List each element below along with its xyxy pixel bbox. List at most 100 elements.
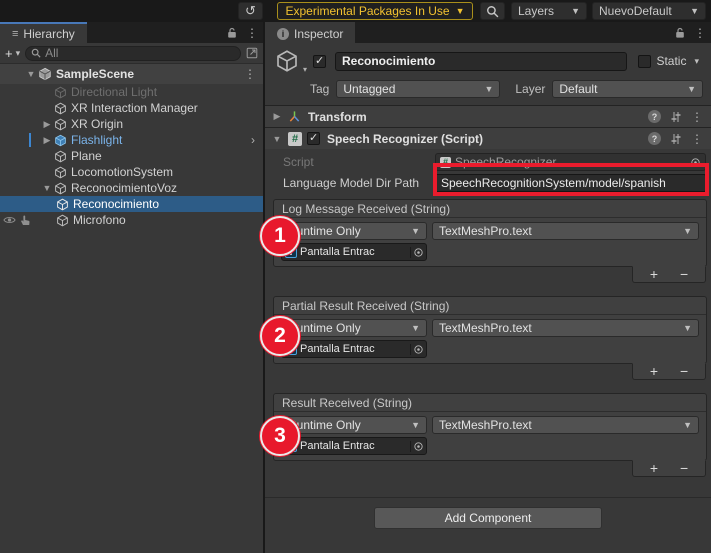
event-method-dropdown[interactable]: TextMeshPro.text ▼ (432, 222, 699, 240)
picking-hand-icon[interactable] (19, 214, 31, 226)
gameobject-name-field[interactable]: Reconocimiento (335, 52, 627, 71)
hierarchy-item-xr-origin[interactable]: ▶ XR Origin (0, 116, 263, 132)
static-checkbox[interactable] (638, 55, 651, 68)
open-window-icon[interactable] (246, 47, 258, 59)
static-dropdown-arrow[interactable]: ▾ (694, 57, 699, 66)
scene-name: SampleScene (56, 67, 134, 81)
chevron-down-icon: ▼ (411, 324, 420, 333)
visibility-eye-icon[interactable] (3, 215, 16, 225)
foldout-collapsed-icon[interactable]: ▶ (271, 111, 283, 122)
layout-dropdown[interactable]: NuevoDefault ▼ (592, 2, 706, 20)
event-mode-dropdown[interactable]: Runtime Only ▼ (281, 222, 427, 240)
layout-label: NuevoDefault (599, 4, 690, 18)
layers-dropdown[interactable]: Layers ▼ (511, 2, 587, 20)
cube-icon (54, 150, 67, 163)
hierarchy-tabbar: ≡ Hierarchy ⋮ (0, 22, 263, 43)
event-method-dropdown[interactable]: TextMeshPro.text ▼ (432, 416, 699, 434)
kebab-menu-icon[interactable]: ⋮ (691, 110, 703, 124)
item-label: ReconocimientoVoz (71, 181, 177, 195)
foldout-expanded-icon[interactable]: ▼ (271, 134, 283, 144)
item-label: Microfono (73, 213, 126, 227)
hierarchy-item-reconocimientovoz[interactable]: ▼ ReconocimientoVoz (0, 180, 263, 196)
speech-recognizer-component-header[interactable]: ▼ # Speech Recognizer (Script) ? ⋮ (265, 127, 711, 149)
prefab-open-arrow[interactable]: › (251, 133, 255, 147)
help-icon[interactable]: ? (648, 110, 661, 123)
tag-dropdown[interactable]: Untagged ▼ (336, 80, 500, 98)
event-target-object-field[interactable]: T Pantalla Entrac (281, 340, 427, 358)
kebab-menu-icon[interactable]: ⋮ (244, 67, 256, 81)
history-icon: ↺ (245, 3, 256, 19)
transform-title: Transform (308, 110, 643, 124)
remove-event-button[interactable]: − (680, 462, 688, 475)
annotation-badge-1: 1 (259, 215, 301, 257)
inspector-panel: i Inspector ⋮ ▾ Reconocimiento Static ▾ … (265, 22, 711, 553)
event-mode-dropdown[interactable]: Runtime Only ▼ (281, 416, 427, 434)
component-enabled-checkbox[interactable] (307, 132, 320, 145)
transform-icon (288, 110, 301, 123)
event-target-object-field[interactable]: T Pantalla Entrac (281, 243, 427, 261)
foldout-collapsed-icon[interactable]: ▶ (40, 119, 54, 130)
tag-layer-row: Tag Untagged ▼ Layer Default ▼ (273, 80, 703, 98)
object-picker-icon[interactable] (410, 344, 424, 355)
object-picker-icon[interactable] (410, 441, 424, 452)
lock-icon[interactable] (227, 27, 237, 39)
kebab-menu-icon[interactable]: ⋮ (694, 26, 706, 40)
add-event-button[interactable]: + (650, 462, 658, 475)
item-label: LocomotionSystem (71, 165, 173, 179)
presets-icon[interactable] (670, 111, 682, 123)
event-box-partial-result-received: Partial Result Received (String) Runtime… (273, 296, 707, 364)
experimental-packages-dropdown[interactable]: Experimental Packages In Use ▼ (277, 2, 473, 20)
gameobject-icon[interactable]: ▾ (275, 49, 299, 73)
annotation-highlight-rect (433, 163, 709, 196)
inspector-divider (265, 497, 711, 498)
remove-event-button[interactable]: − (680, 365, 688, 378)
hierarchy-item-xr-interaction-manager[interactable]: XR Interaction Manager (0, 100, 263, 116)
item-label: XR Origin (71, 117, 123, 131)
transform-component-header[interactable]: ▶ Transform ? ⋮ (265, 105, 711, 127)
item-label: Plane (71, 149, 102, 163)
hierarchy-item-reconocimiento[interactable]: Reconocimiento (0, 196, 263, 212)
tab-inspector[interactable]: i Inspector (265, 22, 355, 43)
item-label: XR Interaction Manager (71, 101, 198, 115)
item-label: Directional Light (71, 85, 157, 99)
foldout-collapsed-icon[interactable]: ▶ (40, 135, 54, 146)
create-object-button[interactable]: + ▾ (5, 46, 20, 61)
search-icon (486, 5, 499, 18)
kebab-menu-icon[interactable]: ⋮ (246, 26, 258, 40)
help-icon[interactable]: ? (648, 132, 661, 145)
add-component-button[interactable]: Add Component (374, 507, 602, 529)
event-target-object-field[interactable]: T Pantalla Entrac (281, 437, 427, 455)
layer-dropdown[interactable]: Default ▼ (552, 80, 703, 98)
hierarchy-item-plane[interactable]: Plane (0, 148, 263, 164)
tab-hierarchy[interactable]: ≡ Hierarchy (0, 22, 87, 43)
tag-label: Tag (310, 82, 329, 96)
experimental-packages-label: Experimental Packages In Use (285, 4, 449, 18)
hierarchy-item-locomotionsystem[interactable]: LocomotionSystem (0, 164, 263, 180)
add-event-button[interactable]: + (650, 268, 658, 281)
object-picker-icon[interactable] (410, 247, 424, 258)
item-label: Reconocimiento (73, 197, 159, 211)
item-label: Flashlight (71, 133, 122, 147)
foldout-expanded-icon[interactable]: ▼ (24, 69, 38, 79)
kebab-menu-icon[interactable]: ⋮ (691, 132, 703, 146)
remove-event-button[interactable]: − (680, 268, 688, 281)
hierarchy-item-directional-light[interactable]: Directional Light (0, 84, 263, 100)
prefab-indicator-bar (29, 133, 31, 147)
hierarchy-item-flashlight[interactable]: ▶ Flashlight › (0, 132, 263, 148)
event-method-dropdown[interactable]: TextMeshPro.text ▼ (432, 319, 699, 337)
history-button[interactable]: ↺ (238, 2, 263, 20)
presets-icon[interactable] (670, 133, 682, 145)
event-mode-dropdown[interactable]: Runtime Only ▼ (281, 319, 427, 337)
layers-label: Layers (518, 4, 571, 18)
active-checkbox[interactable] (313, 55, 326, 68)
scene-row[interactable]: ▼ SampleScene ⋮ (0, 64, 263, 84)
event-list-footer: + − (632, 363, 706, 380)
toolbar-search-button[interactable] (480, 2, 505, 20)
hierarchy-panel: ≡ Hierarchy ⋮ + ▾ All ▼ (0, 22, 263, 553)
foldout-expanded-icon[interactable]: ▼ (40, 183, 54, 193)
hierarchy-item-microfono[interactable]: Microfono (0, 212, 263, 228)
hierarchy-search-input[interactable]: All (25, 46, 241, 61)
add-event-button[interactable]: + (650, 365, 658, 378)
gameobject-header: ▾ Reconocimiento Static ▾ (273, 49, 703, 73)
lock-icon[interactable] (675, 27, 685, 39)
